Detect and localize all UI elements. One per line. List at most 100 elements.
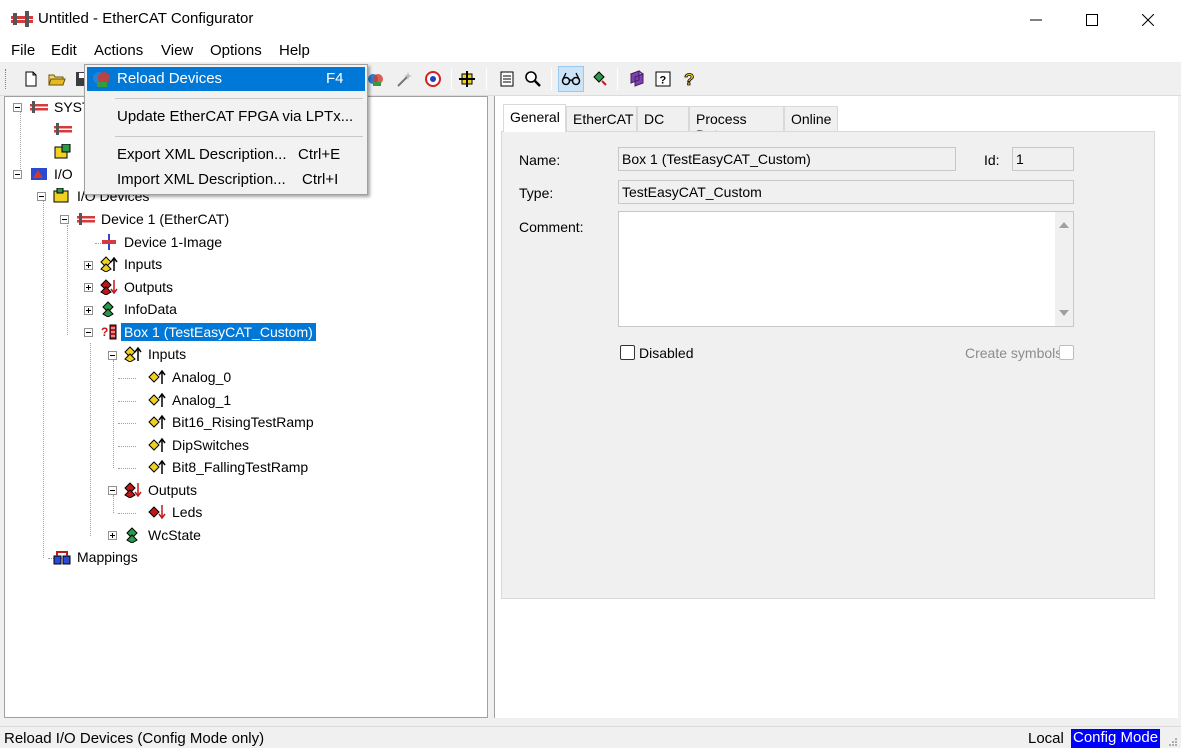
expander-inputs[interactable]: [84, 261, 93, 270]
comment-scrollbar[interactable]: [1055, 212, 1073, 326]
window-title: Untitled - EtherCAT Configurator: [38, 10, 254, 27]
tree-item-mappings[interactable]: Mappings: [53, 546, 141, 568]
variables-icon: [593, 71, 607, 86]
show-variables-button[interactable]: [588, 68, 610, 90]
input-variable-icon: [148, 368, 166, 386]
tab-dc[interactable]: DC: [637, 106, 689, 131]
append-icon: [459, 71, 475, 87]
menu-file[interactable]: File: [11, 42, 35, 59]
tree-item-dipswitches[interactable]: DipSwitches: [148, 434, 252, 456]
new-button[interactable]: [20, 68, 42, 90]
tree-item-box-inputs[interactable]: Inputs: [124, 343, 189, 365]
svg-text:?: ?: [101, 325, 108, 339]
menu-view[interactable]: View: [161, 42, 193, 59]
name-field[interactable]: Box 1 (TestEasyCAT_Custom): [618, 147, 956, 171]
tree-item-device1-image[interactable]: Device 1-Image: [100, 231, 225, 253]
list-button[interactable]: [496, 68, 518, 90]
tree-item-infodata[interactable]: InfoData: [100, 298, 180, 320]
status-message: Reload I/O Devices (Config Mode only): [4, 730, 265, 747]
help-book-button[interactable]: [626, 68, 648, 90]
search-icon: [525, 71, 541, 87]
help-button[interactable]: ?: [652, 68, 674, 90]
io-devices-icon: [53, 187, 71, 205]
app-icon: [11, 11, 33, 27]
input-variable-icon: [148, 391, 166, 409]
id-field[interactable]: 1: [1012, 147, 1074, 171]
toolbar-separator: [486, 68, 487, 90]
tree-line: [118, 468, 136, 469]
online-view-button[interactable]: [558, 66, 584, 92]
tree-item-box-outputs[interactable]: Outputs: [124, 479, 200, 501]
expander-device1[interactable]: [60, 215, 69, 224]
expander-outputs[interactable]: [84, 283, 93, 292]
status-config-mode: Config Mode: [1071, 729, 1161, 748]
tree-item-system-child[interactable]: [54, 141, 75, 163]
tree-item-system-child[interactable]: [54, 118, 75, 140]
outputs-icon: [100, 278, 118, 296]
minimize-button[interactable]: [1009, 0, 1063, 40]
outputs-icon: [124, 481, 142, 499]
maximize-button[interactable]: [1065, 0, 1119, 40]
tree-item-analog0[interactable]: Analog_0: [148, 366, 234, 388]
tree-item-io[interactable]: I/O: [30, 163, 76, 185]
close-icon: [1142, 14, 1154, 26]
disabled-label: Disabled: [639, 345, 694, 361]
tree-item-device1[interactable]: Device 1 (EtherCAT): [77, 208, 232, 230]
expander-wcstate[interactable]: [108, 531, 117, 540]
menu-item-export-xml[interactable]: Export XML Description... Ctrl+E: [87, 143, 365, 167]
expander-infodata[interactable]: [84, 306, 93, 315]
menu-edit[interactable]: Edit: [51, 42, 77, 59]
resize-grip-icon[interactable]: [1168, 737, 1178, 747]
tab-online[interactable]: Online: [784, 106, 838, 131]
menu-help[interactable]: Help: [279, 42, 310, 59]
create-symbols-label: Create symbols: [965, 345, 1063, 361]
tree-line: [118, 401, 136, 402]
toolbar-separator: [551, 68, 552, 90]
expander-io-devices[interactable]: [37, 192, 46, 201]
menu-actions[interactable]: Actions: [94, 42, 143, 59]
toolbar-separator: [451, 68, 452, 90]
menu-bar: File Edit Actions View Options Help: [0, 40, 1181, 62]
tab-ethercat[interactable]: EtherCAT: [566, 106, 637, 131]
disabled-checkbox[interactable]: [620, 345, 635, 360]
mappings-icon: [53, 548, 71, 566]
toolbar-grip[interactable]: [5, 69, 7, 89]
menu-options[interactable]: Options: [210, 42, 262, 59]
close-button[interactable]: [1121, 0, 1175, 40]
expander-box-outputs[interactable]: [108, 486, 117, 495]
menu-separator: [115, 136, 363, 137]
tree-item-analog1[interactable]: Analog_1: [148, 389, 234, 411]
expander-box-inputs[interactable]: [108, 351, 117, 360]
tab-general[interactable]: General: [503, 104, 566, 132]
open-button[interactable]: [46, 68, 68, 90]
glasses-icon: [561, 72, 581, 86]
tree-item-box1[interactable]: ? Box 1 (TestEasyCAT_Custom): [100, 321, 316, 343]
find-button[interactable]: [522, 68, 544, 90]
tree-line: [20, 112, 21, 175]
tree-item-leds[interactable]: Leds: [148, 501, 205, 523]
tree-item-bit16[interactable]: Bit16_RisingTestRamp: [148, 411, 317, 433]
menu-item-update-fpga[interactable]: Update EtherCAT FPGA via LPTx...: [87, 105, 365, 129]
magic-wand-icon: [397, 72, 412, 87]
wand-button[interactable]: [393, 68, 415, 90]
tab-process-data[interactable]: Process Data: [689, 106, 784, 143]
tree-item-bit8[interactable]: Bit8_FallingTestRamp: [148, 456, 311, 478]
tree-line: [43, 196, 44, 558]
expander-io[interactable]: [13, 170, 22, 179]
menu-item-import-xml[interactable]: Import XML Description... Ctrl+I: [87, 168, 365, 192]
scroll-up-icon: [1059, 222, 1069, 228]
expander-box1[interactable]: [84, 328, 93, 337]
context-help-button[interactable]: ?: [678, 68, 700, 90]
type-field: TestEasyCAT_Custom: [618, 180, 1074, 204]
menu-item-reload-devices[interactable]: Reload Devices F4: [87, 67, 365, 91]
expander-system[interactable]: [13, 103, 22, 112]
reset-button[interactable]: [422, 68, 444, 90]
tree-line: [67, 225, 68, 335]
tree-item-outputs[interactable]: Outputs: [100, 276, 176, 298]
tree-item-inputs[interactable]: Inputs: [100, 253, 165, 275]
tree-line: [118, 423, 136, 424]
append-box-button[interactable]: [456, 68, 478, 90]
name-label: Name:: [519, 152, 561, 168]
tree-item-wcstate[interactable]: WcState: [124, 524, 204, 546]
comment-textarea[interactable]: [618, 211, 1074, 327]
